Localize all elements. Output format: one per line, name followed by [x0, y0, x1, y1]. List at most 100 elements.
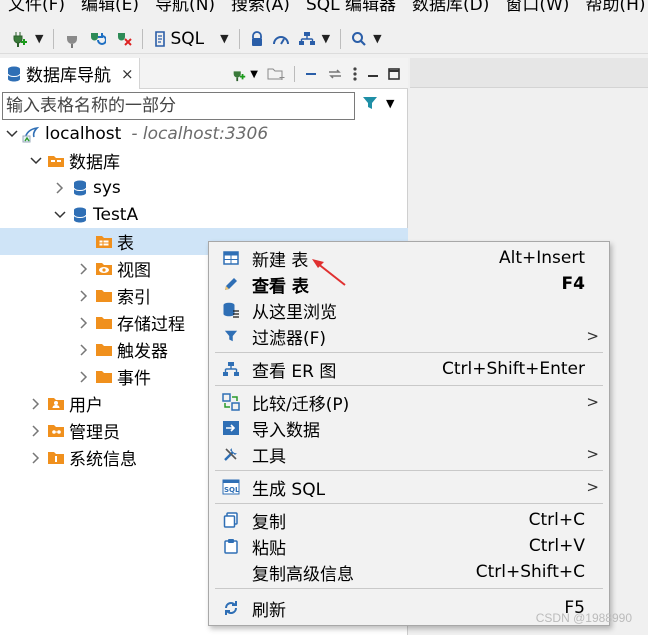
- tree-node-localhost[interactable]: localhost - localhost:3306: [0, 120, 408, 147]
- menu-divider: [215, 352, 603, 353]
- tree-label: TestA: [93, 204, 139, 225]
- menu-item-filter[interactable]: 过滤器(F) >: [209, 323, 609, 349]
- chevron-right-icon[interactable]: [76, 370, 92, 383]
- menu-label: 导入数据: [252, 420, 320, 441]
- menu-label: 新建 表: [252, 250, 309, 271]
- sql-editor-button[interactable]: SQL ▼: [150, 27, 231, 51]
- copy-icon: [221, 510, 241, 530]
- new-connection-button[interactable]: ▼: [231, 66, 258, 82]
- database-icon: [70, 179, 90, 197]
- tree-node-testa[interactable]: TestA: [0, 201, 408, 228]
- tree-node-databases[interactable]: 数据库: [0, 147, 408, 174]
- chevron-right-icon[interactable]: [76, 262, 92, 275]
- menu-item-import-data[interactable]: 导入数据: [209, 415, 609, 441]
- tree-label: 系统信息: [69, 450, 137, 470]
- chevron-right-icon[interactable]: [76, 343, 92, 356]
- menu-item-generate-sql[interactable]: SQL 生成 SQL >: [209, 474, 609, 500]
- chevron-down-icon[interactable]: [52, 210, 68, 219]
- chevron-right-icon: >: [586, 327, 599, 345]
- chevron-down-icon[interactable]: ▼: [373, 32, 381, 45]
- chevron-right-icon[interactable]: [76, 289, 92, 302]
- menu-shortcut: Alt+Insert: [498, 248, 585, 268]
- link-editor-icon[interactable]: [327, 67, 343, 81]
- maximize-icon[interactable]: [388, 68, 400, 80]
- panel-header: 数据库导航 × ▼: [0, 58, 408, 89]
- menu-navigate[interactable]: 导航(N): [147, 0, 223, 15]
- editor-tab-strip: [410, 58, 648, 88]
- menu-window[interactable]: 窗口(W): [497, 0, 577, 15]
- chevron-right-icon[interactable]: [52, 181, 68, 194]
- chevron-down-icon[interactable]: ▼: [220, 32, 228, 45]
- menu-item-browse-here[interactable]: 从这里浏览: [209, 297, 609, 323]
- menu-label: 粘贴: [252, 538, 286, 559]
- lock-button[interactable]: [247, 27, 267, 51]
- disconnect-button[interactable]: [111, 27, 135, 51]
- filter-row: ▼: [0, 91, 408, 121]
- panel-toolbar: ▼: [231, 62, 400, 86]
- menu-item-copy[interactable]: 复制 Ctrl+C: [209, 507, 609, 533]
- menu-shortcut: Ctrl+Shift+C: [475, 562, 585, 582]
- view-menu-icon[interactable]: [352, 66, 358, 82]
- chevron-down-icon[interactable]: ▼: [322, 32, 330, 45]
- chevron-right-icon[interactable]: [76, 316, 92, 329]
- menu-item-view-table[interactable]: 查看 表 F4: [209, 271, 609, 297]
- connection-detail: - localhost:3306: [131, 123, 269, 144]
- tree-label: 数据库: [69, 153, 120, 173]
- menu-item-view-er[interactable]: 查看 ER 图 Ctrl+Shift+Enter: [209, 356, 609, 382]
- menu-label: 工具: [252, 446, 286, 467]
- chevron-down-icon[interactable]: [28, 156, 44, 165]
- refresh-plug-icon: [91, 32, 107, 45]
- menu-item-paste[interactable]: 粘贴 Ctrl+V: [209, 533, 609, 559]
- tree-label: 视图: [117, 261, 151, 281]
- table-icon: [221, 248, 241, 268]
- menu-item-tools[interactable]: 工具 >: [209, 441, 609, 467]
- menu-divider: [215, 385, 603, 386]
- tree-label: 表: [117, 234, 134, 254]
- chevron-right-icon[interactable]: [28, 451, 44, 464]
- menu-item-new-table[interactable]: 新建 表 Alt+Insert: [209, 245, 609, 271]
- chevron-right-icon[interactable]: [28, 424, 44, 437]
- chevron-down-icon[interactable]: ▼: [250, 69, 258, 80]
- tree-node-sys[interactable]: sys: [0, 174, 408, 201]
- info-folder-icon: [46, 450, 66, 465]
- new-connection-button[interactable]: ▼: [8, 27, 46, 51]
- connect-button[interactable]: [61, 27, 83, 51]
- toolbar-divider: [340, 28, 342, 49]
- tab-database-navigator[interactable]: 数据库导航 ×: [0, 58, 140, 89]
- menu-help[interactable]: 帮助(H): [577, 0, 648, 15]
- menu-edit[interactable]: 编辑(E): [73, 0, 147, 15]
- minimize-icon[interactable]: [367, 68, 379, 80]
- toolbar-divider: [238, 28, 240, 49]
- search-button[interactable]: ▼: [348, 27, 384, 51]
- dashboard-button[interactable]: [269, 27, 293, 51]
- menu-divider: [215, 503, 603, 504]
- menu-database[interactable]: 数据库(D): [404, 0, 497, 15]
- menu-sql-editor[interactable]: SQL 编辑器: [298, 0, 404, 15]
- chevron-right-icon[interactable]: [28, 397, 44, 410]
- folder-icon: [94, 342, 114, 357]
- hierarchy-icon: [298, 31, 315, 45]
- pencil-icon: [221, 274, 241, 294]
- menu-item-copy-advanced[interactable]: 复制高级信息 Ctrl+Shift+C: [209, 559, 609, 585]
- chevron-down-icon[interactable]: ▼: [35, 32, 43, 45]
- menu-label: 复制高级信息: [252, 564, 354, 585]
- chevron-down-icon[interactable]: ▼: [386, 97, 394, 110]
- plug-icon: [67, 31, 78, 48]
- disconnect-icon: [118, 32, 133, 46]
- table-folder-icon: [94, 234, 114, 249]
- menu-search[interactable]: 搜索(A): [223, 0, 298, 15]
- table-filter-input[interactable]: [2, 92, 355, 120]
- menu-item-compare-migrate[interactable]: 比较/迁移(P) >: [209, 389, 609, 415]
- toolbar-divider: [53, 28, 55, 49]
- tools-icon: [221, 444, 241, 464]
- collapse-all-icon[interactable]: [304, 67, 318, 81]
- tree-label: 存储过程: [117, 315, 185, 335]
- new-folder-icon[interactable]: [267, 67, 285, 81]
- menu-file[interactable]: 文件(F): [0, 0, 73, 15]
- close-icon[interactable]: ×: [121, 65, 134, 83]
- filter-button[interactable]: ▼: [362, 95, 394, 111]
- chevron-down-icon[interactable]: [4, 129, 20, 138]
- menu-shortcut: Ctrl+C: [528, 510, 585, 530]
- schema-button[interactable]: ▼: [295, 27, 333, 51]
- reconnect-button[interactable]: [85, 27, 109, 51]
